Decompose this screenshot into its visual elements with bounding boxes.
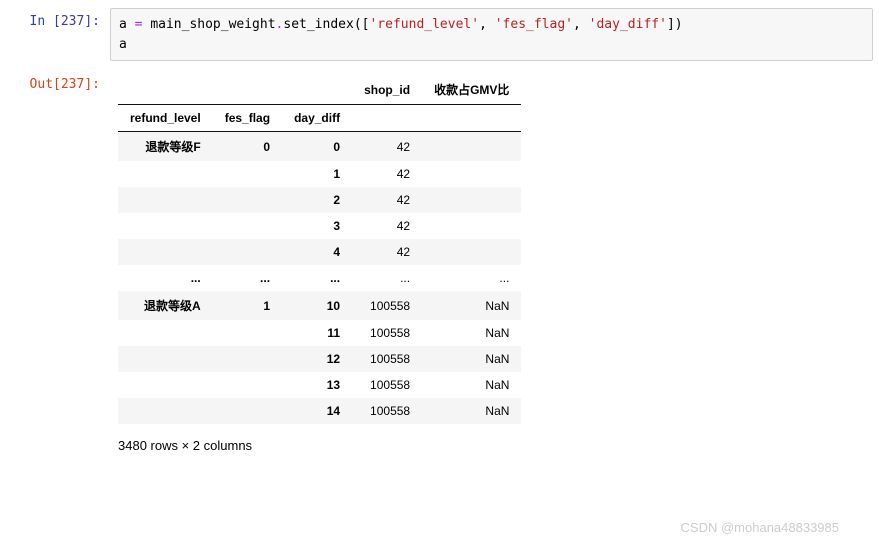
- table-row: 13100558NaN: [118, 372, 521, 398]
- dataframe-summary: 3480 rows × 2 columns: [118, 434, 871, 461]
- table-row-ellipsis: ...............: [118, 265, 521, 291]
- input-prompt: In [237]:: [0, 8, 110, 29]
- output-cell: Out[237]: shop_id 收款占GMV比 refund_level f…: [0, 71, 879, 461]
- table-row: 142: [118, 161, 521, 187]
- table-row: 12100558NaN: [118, 346, 521, 372]
- idx-day-diff: day_diff: [282, 105, 352, 132]
- code-editor[interactable]: a = main_shop_weight.set_index(['refund_…: [110, 8, 873, 61]
- idx-refund-level: refund_level: [118, 105, 213, 132]
- watermark-text: CSDN @mohana48833985: [681, 520, 839, 535]
- table-row: 退款等级A110100558NaN: [118, 291, 521, 320]
- table-row: 242: [118, 187, 521, 213]
- col-shop-id: shop_id: [352, 75, 422, 105]
- idx-fes-flag: fes_flag: [213, 105, 282, 132]
- output-prompt: Out[237]:: [0, 71, 110, 92]
- column-header-row: shop_id 收款占GMV比: [118, 75, 521, 105]
- table-row: 退款等级F0042: [118, 132, 521, 162]
- dataframe-body: 退款等级F0042 142 242 342 442 ..............…: [118, 132, 521, 425]
- table-row: 14100558NaN: [118, 398, 521, 424]
- table-row: 342: [118, 213, 521, 239]
- table-row: 442: [118, 239, 521, 265]
- input-cell: In [237]: a = main_shop_weight.set_index…: [0, 8, 879, 61]
- code-line-1: a = main_shop_weight.set_index(['refund_…: [119, 15, 864, 35]
- col-gmv: 收款占GMV比: [422, 75, 521, 105]
- table-row: 11100558NaN: [118, 320, 521, 346]
- index-names-row: refund_level fes_flag day_diff: [118, 105, 521, 132]
- dataframe-table: shop_id 收款占GMV比 refund_level fes_flag da…: [118, 75, 521, 424]
- code-line-2: a: [119, 35, 864, 55]
- output-area: shop_id 收款占GMV比 refund_level fes_flag da…: [110, 71, 879, 461]
